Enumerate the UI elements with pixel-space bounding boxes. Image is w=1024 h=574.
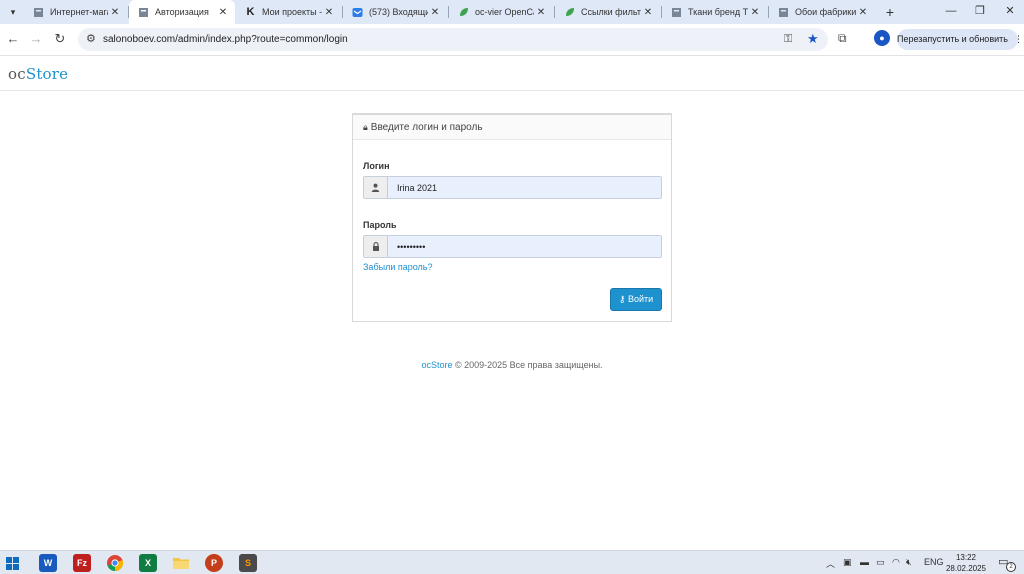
site-settings-icon[interactable]: ⚙	[86, 32, 96, 45]
tab-label: Обои фабрики	[795, 7, 856, 17]
url-text[interactable]: salonoboev.com/admin/index.php?route=com…	[103, 34, 348, 45]
close-icon[interactable]: ✕	[856, 7, 870, 18]
panel-title: Введите логин и пароль	[370, 122, 483, 133]
password-input-group	[363, 235, 662, 258]
footer-brand-link[interactable]: ocStore	[421, 360, 452, 370]
filezilla-icon[interactable]: Fz	[73, 554, 91, 572]
clock-date: 28.02.2025	[945, 564, 987, 573]
new-tab-button[interactable]: +	[882, 3, 898, 21]
word-icon[interactable]: W	[39, 554, 57, 572]
more-menu-icon[interactable]: ⋮	[1014, 29, 1023, 50]
language-indicator[interactable]: ENG	[924, 557, 944, 567]
clock-time: 13:22	[955, 553, 977, 562]
lock-icon	[364, 236, 388, 257]
tab-authorization[interactable]: Авторизация ✕	[129, 0, 235, 24]
chrome-icon[interactable]	[106, 554, 124, 572]
user-icon	[364, 177, 388, 198]
page-icon	[33, 7, 44, 18]
k-logo-icon: K	[246, 6, 255, 18]
page-header: ocStore	[0, 57, 1024, 91]
password-input[interactable]	[388, 236, 661, 257]
password-key-icon[interactable]: ⚿	[784, 33, 792, 46]
excel-icon[interactable]: X	[139, 554, 157, 572]
browser-toolbar: ← → ↻ ⚙ salonoboev.com/admin/index.php?r…	[0, 24, 1024, 56]
window-close-icon[interactable]: ✕	[1000, 2, 1020, 20]
close-icon[interactable]: ✕	[748, 7, 762, 18]
keyboard-icon[interactable]: ▬	[860, 557, 869, 567]
tab-label: Авторизация	[155, 7, 209, 17]
forgot-password-link[interactable]: Забыли пароль?	[363, 262, 432, 272]
forward-icon[interactable]: →	[28, 31, 44, 47]
page-icon	[671, 7, 682, 18]
tab-label: Мои проекты -	[262, 7, 322, 17]
login-panel: 🔒︎Введите логин и пароль Логин Пароль За…	[352, 113, 672, 322]
login-button[interactable]: ⚷ Войти	[610, 288, 662, 311]
relaunch-label: Перезапустить и обновить	[897, 34, 1008, 44]
tab-my-projects[interactable]: K Мои проекты - ✕	[236, 0, 341, 24]
profile-avatar-icon[interactable]: ●	[874, 30, 890, 46]
windows-taskbar: W Fz X P S ︿ ▣ ▬ ▭ ◠ 🔇︎ ENG 13:22 28.02.…	[0, 550, 1024, 574]
close-icon[interactable]: ✕	[428, 7, 442, 18]
tab-label: Ссылки фильтр	[581, 7, 641, 17]
sublime-text-icon[interactable]: S	[239, 554, 257, 572]
close-icon[interactable]: ✕	[322, 7, 336, 18]
relaunch-update-button[interactable]: Перезапустить и обновить ⋮	[897, 29, 1023, 50]
tab-internet-store[interactable]: Интернет-магаз ✕	[24, 0, 127, 24]
page-footer: ocStore © 2009-2025 Все права защищены.	[0, 360, 1024, 370]
tab-label: (573) Входящие	[369, 7, 428, 17]
notifications-icon[interactable]: ▭ 2	[998, 555, 1016, 572]
battery-icon[interactable]: ▭	[876, 557, 885, 568]
file-explorer-icon[interactable]	[172, 554, 190, 572]
bookmark-star-icon[interactable]: ★	[807, 31, 819, 47]
tab-fabrics[interactable]: Ткани бренд Та ✕	[662, 0, 767, 24]
reload-icon[interactable]: ↻	[52, 31, 68, 47]
close-icon[interactable]: ✕	[216, 7, 230, 18]
footer-copyright: © 2009-2025 Все права защищены.	[454, 360, 603, 370]
leaf-icon	[458, 7, 469, 18]
wifi-icon[interactable]: ◠	[892, 557, 900, 568]
windows-start-icon[interactable]	[6, 557, 19, 570]
close-icon[interactable]: ✕	[108, 7, 122, 18]
notification-count: 2	[1006, 562, 1016, 572]
back-icon[interactable]: ←	[5, 31, 21, 47]
ocstore-logo[interactable]: ocStore	[8, 65, 68, 83]
panel-heading: 🔒︎ Введите логин и пароль	[353, 115, 671, 140]
page-icon	[778, 7, 789, 18]
system-clock[interactable]: 13:22 28.02.2025	[944, 552, 988, 574]
password-label: Пароль	[363, 220, 397, 230]
close-icon[interactable]: ✕	[534, 7, 548, 18]
powerpoint-icon[interactable]: P	[205, 554, 223, 572]
tray-overflow-icon[interactable]: ︿	[826, 557, 835, 570]
mail-icon	[352, 7, 363, 18]
tab-search-icon[interactable]: ▾	[4, 3, 22, 21]
username-input-group	[363, 176, 662, 199]
tab-label: Ткани бренд Та	[688, 7, 748, 17]
volume-muted-icon[interactable]: 🔇︎	[906, 557, 912, 568]
lock-icon: 🔒︎	[363, 122, 368, 132]
login-button-label: Войти	[627, 294, 654, 304]
tab-filter-links[interactable]: Ссылки фильтр ✕	[555, 0, 660, 24]
restore-icon[interactable]: ❐	[970, 2, 990, 20]
tab-strip: ▾ Интернет-магаз ✕ Авторизация ✕ K Мои п…	[0, 0, 1024, 24]
minimize-icon[interactable]: —	[941, 2, 961, 20]
page-icon	[138, 7, 149, 18]
tab-label: oc-vier OpenCar	[475, 7, 534, 17]
tab-wallpaper[interactable]: Обои фабрики ✕	[769, 0, 875, 24]
username-input[interactable]	[388, 177, 661, 198]
address-bar[interactable]: ⚙ salonoboev.com/admin/index.php?route=c…	[78, 28, 828, 51]
tab-label: Интернет-магаз	[50, 7, 108, 17]
tray-app-icon[interactable]: ▣	[843, 557, 852, 568]
tab-opencart[interactable]: oc-vier OpenCar ✕	[449, 0, 553, 24]
close-icon[interactable]: ✕	[641, 7, 655, 18]
key-icon: ⚷	[618, 294, 626, 304]
tab-inbox[interactable]: (573) Входящие ✕	[343, 0, 447, 24]
username-label: Логин	[363, 161, 390, 171]
extensions-icon[interactable]: ⧉	[838, 31, 847, 46]
leaf-icon	[564, 7, 575, 18]
